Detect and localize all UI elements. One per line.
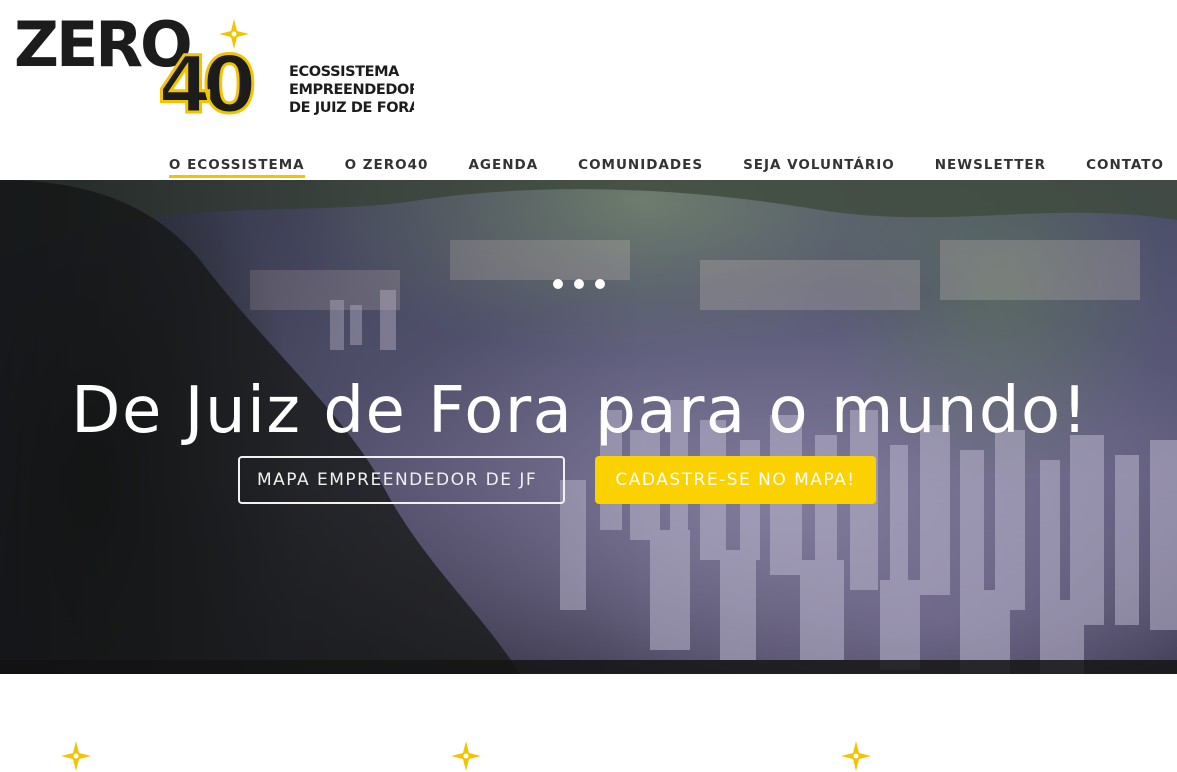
- nav-item-o-zero40[interactable]: O ZERO40: [345, 157, 429, 178]
- site-header: ZERO 40 ECOSSISTEMA EMPREENDEDOR DE JUIZ…: [0, 0, 1177, 180]
- nav-item-comunidades[interactable]: COMUNIDADES: [578, 157, 703, 178]
- logo-digits: 40: [157, 40, 265, 121]
- logo-tagline-3: DE JUIZ DE FORA: [289, 100, 414, 116]
- nav-item-agenda[interactable]: AGENDA: [468, 157, 538, 178]
- mapa-empreendedor-button[interactable]: MAPA EMPREENDEDOR DE JF: [238, 456, 565, 504]
- slider-dot[interactable]: [595, 279, 605, 289]
- hero-title: De Juiz de Fora para o mundo!: [71, 373, 1089, 448]
- main-nav: O ECOSSISTEMA O ZERO40 AGENDA COMUNIDADE…: [168, 157, 1164, 178]
- slider-dot[interactable]: [574, 279, 584, 289]
- zero40-logo: ZERO 40 ECOSSISTEMA EMPREENDEDOR DE JUIZ…: [14, 14, 414, 120]
- nav-item-newsletter[interactable]: NEWSLETTER: [935, 157, 1046, 178]
- cadastre-se-button[interactable]: CADASTRE-SE NO MAPA!: [595, 456, 876, 504]
- nav-item-o-ecossistema[interactable]: O ECOSSISTEMA: [168, 157, 305, 178]
- sparkle-icon: [451, 741, 481, 771]
- nav-item-seja-voluntario[interactable]: SEJA VOLUNTÁRIO: [743, 157, 895, 178]
- sparkle-icon: [61, 741, 91, 771]
- hero-slider-dots[interactable]: [553, 279, 605, 289]
- nav-item-contato[interactable]: CONTATO: [1086, 157, 1164, 178]
- features-section: [0, 674, 1177, 771]
- slider-dot[interactable]: [553, 279, 563, 289]
- logo-tagline-2: EMPREENDEDOR: [289, 82, 414, 98]
- svg-text:40: 40: [158, 41, 253, 120]
- logo-tagline-1: ECOSSISTEMA: [289, 64, 400, 80]
- hero-banner: De Juiz de Fora para o mundo! MAPA EMPRE…: [0, 180, 1177, 674]
- sparkle-icon: [841, 741, 871, 771]
